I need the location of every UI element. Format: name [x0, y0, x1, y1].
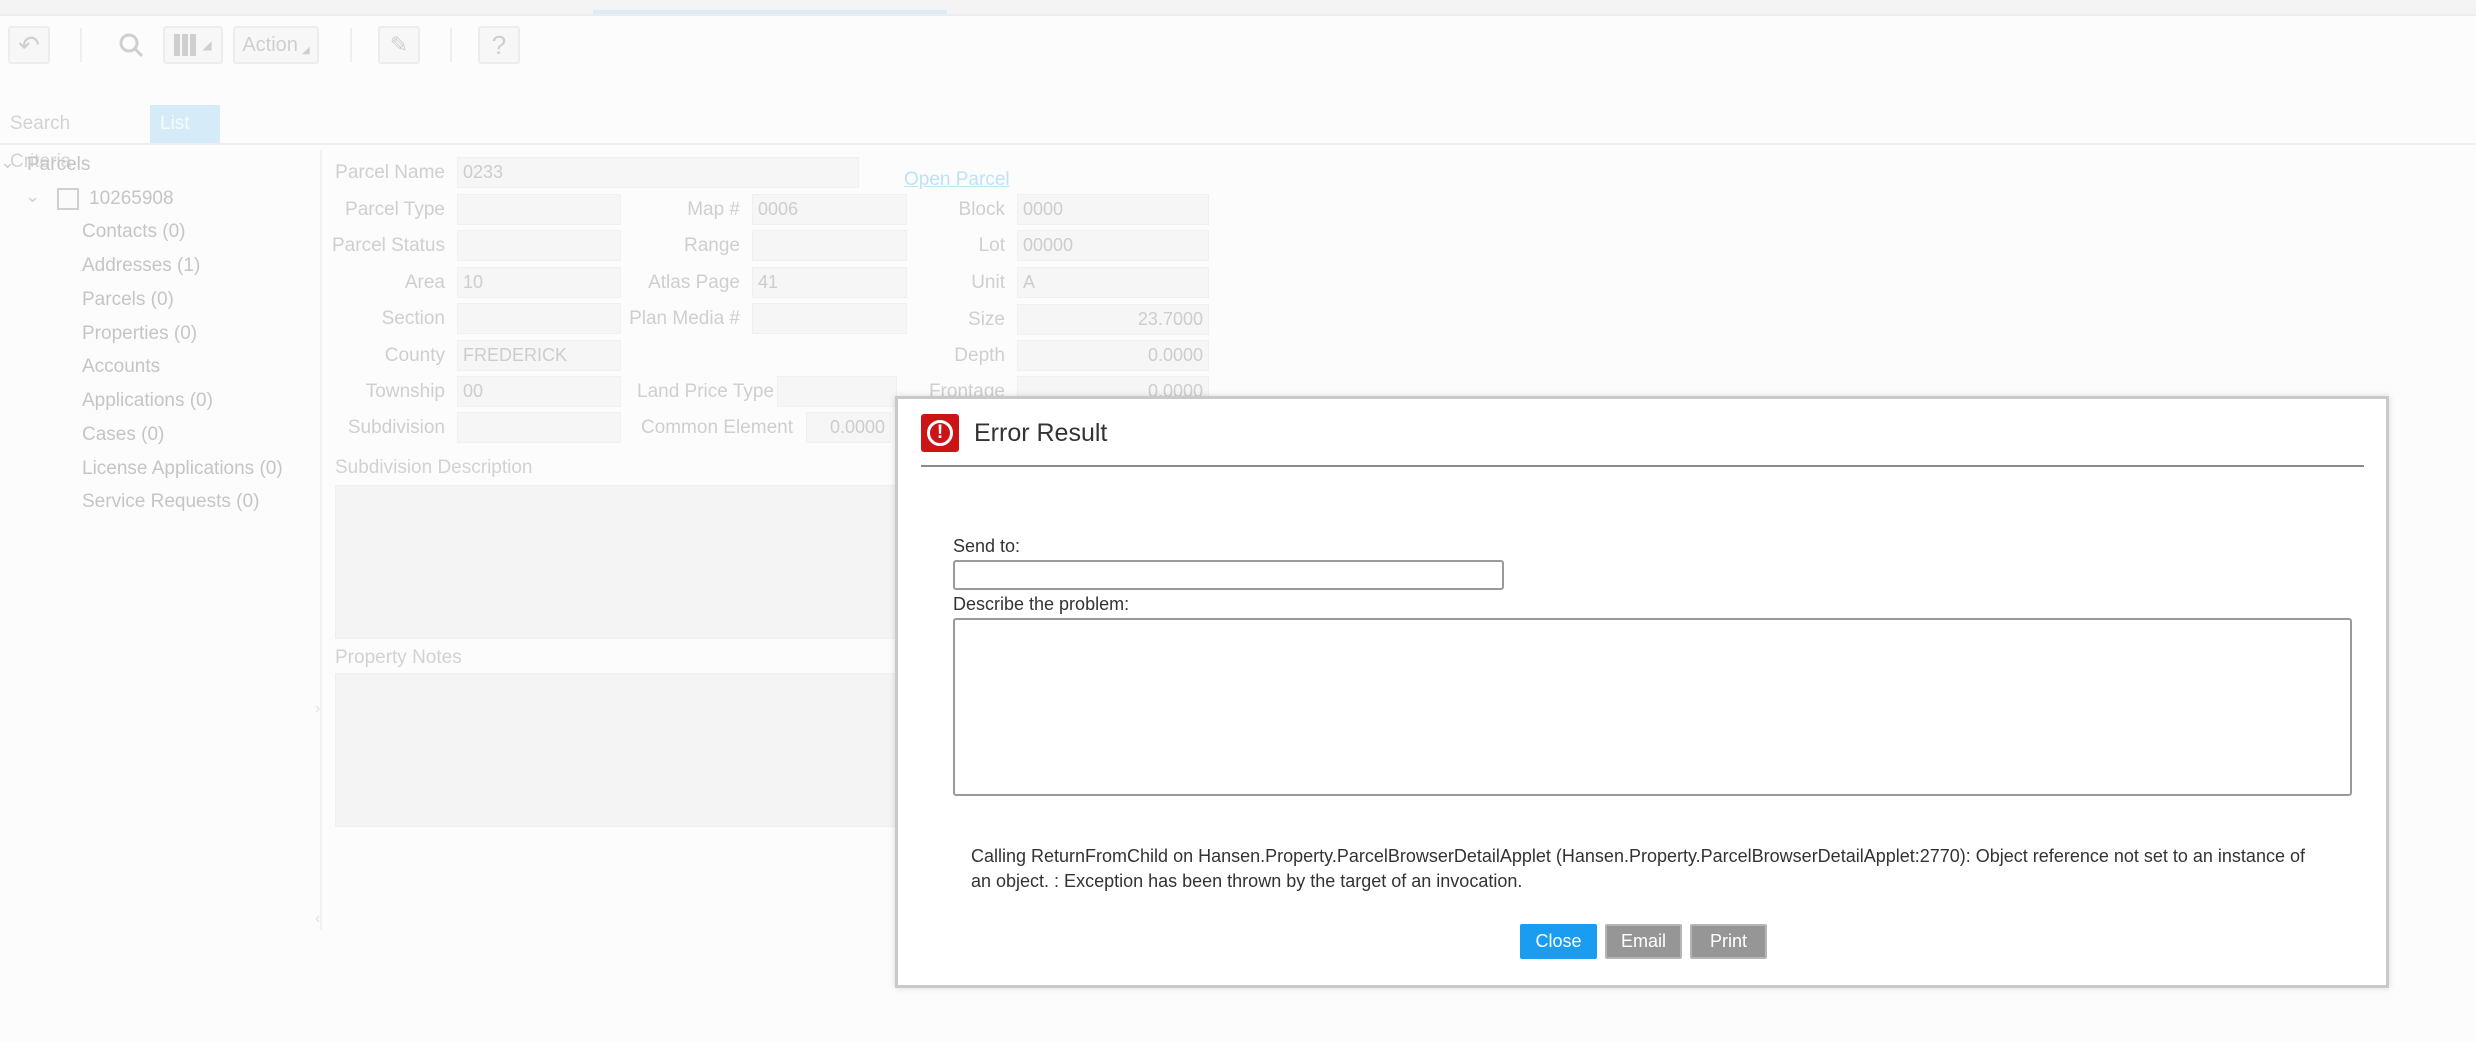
map-button[interactable]: ◢	[163, 26, 223, 64]
subdivision-description-field[interactable]	[335, 485, 897, 639]
edit-button[interactable]: ✎	[378, 26, 420, 64]
land-price-type-label: Land Price Type	[637, 381, 774, 402]
tree-item-service-requests[interactable]: Service Requests (0)	[82, 491, 259, 513]
township-field[interactable]: 00	[457, 376, 621, 407]
size-field[interactable]: 23.7000	[1017, 304, 1209, 335]
depth-label: Depth	[954, 345, 1005, 366]
depth-field[interactable]: 0.0000	[1017, 340, 1209, 371]
eraser-icon: ✎	[389, 32, 409, 57]
action-menu-button[interactable]: Action ◢	[233, 26, 319, 64]
area-field[interactable]: 10	[457, 267, 621, 298]
search-icon	[119, 33, 144, 58]
back-arrow-icon: ↶	[18, 29, 40, 60]
search-button[interactable]	[110, 26, 152, 64]
close-button[interactable]: Close	[1520, 924, 1597, 959]
parcel-status-label: Parcel Status	[332, 235, 445, 256]
chevron-down-icon: ◢	[202, 38, 212, 52]
tree-item-applications[interactable]: Applications (0)	[82, 390, 213, 412]
tree-item-parcels[interactable]: Parcels (0)	[82, 289, 174, 311]
error-dialog: ! Error Result Send to: Describe the pro…	[895, 396, 2389, 988]
tab-search-criteria[interactable]: Search Criteria	[0, 105, 81, 172]
title-divider	[921, 465, 2364, 467]
parcel-status-field[interactable]	[457, 230, 621, 261]
top-tab-strip	[0, 0, 2476, 16]
send-to-input[interactable]	[953, 560, 1504, 590]
subdivision-label: Subdivision	[347, 417, 445, 438]
county-label: County	[384, 345, 445, 366]
parcel-name-label: Parcel Name	[335, 162, 445, 183]
common-element-label: Common Element	[640, 417, 793, 438]
active-tab-indicator	[593, 10, 947, 14]
help-button[interactable]: ?	[478, 26, 520, 64]
common-element-field[interactable]: 0.0000	[806, 412, 891, 443]
help-icon: ?	[491, 29, 507, 60]
chevron-down-icon[interactable]: ⌄	[25, 186, 40, 207]
block-label: Block	[958, 199, 1005, 220]
subdivision-description-label: Subdivision Description	[335, 457, 533, 478]
range-label: Range	[684, 235, 740, 256]
action-label: Action	[242, 33, 298, 56]
error-message: Calling ReturnFromChild on Hansen.Proper…	[971, 846, 2305, 891]
area-label: Area	[404, 272, 445, 293]
tabs-divider	[0, 143, 2476, 145]
toolbar-separator	[450, 28, 452, 62]
land-price-type-field[interactable]	[777, 376, 897, 407]
section-field[interactable]	[457, 303, 621, 334]
chevron-left-icon[interactable]: ‹	[315, 910, 320, 928]
tree-root-parcels[interactable]: Parcels	[27, 154, 90, 176]
township-label: Township	[365, 381, 445, 402]
chevron-right-icon[interactable]: ›	[315, 700, 320, 718]
map-number-field[interactable]: 0006	[752, 194, 907, 225]
map-icon	[174, 34, 199, 56]
dialog-title: Error Result	[974, 419, 1108, 447]
plan-media-label: Plan Media #	[629, 308, 740, 329]
email-button[interactable]: Email	[1605, 924, 1682, 959]
atlas-page-field[interactable]: 41	[752, 267, 907, 298]
map-number-label: Map #	[687, 199, 740, 220]
chevron-down-icon[interactable]: ⌄	[0, 152, 15, 173]
tree-item-addresses[interactable]: Addresses (1)	[82, 255, 200, 277]
block-field[interactable]: 0000	[1017, 194, 1209, 225]
atlas-page-label: Atlas Page	[648, 272, 740, 293]
tree-checkbox[interactable]	[57, 188, 79, 210]
tree-item-accounts[interactable]: Accounts	[82, 356, 160, 378]
unit-label: Unit	[971, 272, 1005, 293]
tree-item-cases[interactable]: Cases (0)	[82, 424, 164, 446]
range-field[interactable]	[752, 230, 907, 261]
print-button[interactable]: Print	[1690, 924, 1767, 959]
lot-field[interactable]: 00000	[1017, 230, 1209, 261]
size-label: Size	[968, 309, 1005, 330]
tree-parcel-id[interactable]: 10265908	[89, 188, 174, 210]
lot-label: Lot	[978, 235, 1005, 256]
toolbar-separator	[350, 28, 352, 62]
toolbar: ↶ ◢ Action ◢ ✎ ?	[0, 18, 2476, 70]
parcel-type-label: Parcel Type	[345, 199, 445, 220]
tree-item-license-applications[interactable]: License Applications (0)	[82, 458, 283, 480]
open-parcel-link[interactable]: Open Parcel	[904, 169, 1010, 191]
plan-media-field[interactable]	[752, 303, 907, 334]
tab-list[interactable]: List	[150, 105, 220, 143]
county-field[interactable]: FREDERICK	[457, 340, 621, 371]
tree-item-properties[interactable]: Properties (0)	[82, 323, 197, 345]
parcel-name-field[interactable]: 0233	[457, 157, 859, 188]
chevron-down-icon: ◢	[301, 44, 310, 56]
section-label: Section	[381, 308, 445, 329]
subdivision-field[interactable]	[457, 412, 621, 443]
toolbar-separator	[80, 28, 82, 62]
describe-problem-textarea[interactable]	[953, 618, 2352, 796]
parcel-type-field[interactable]	[457, 194, 621, 225]
describe-problem-label: Describe the problem:	[953, 594, 1130, 614]
property-notes-label: Property Notes	[335, 647, 462, 668]
tree-item-contacts[interactable]: Contacts (0)	[82, 221, 185, 243]
pane-splitter[interactable]	[320, 150, 322, 930]
send-to-label: Send to:	[953, 536, 1021, 556]
error-icon: !	[921, 414, 959, 452]
back-button[interactable]: ↶	[8, 26, 50, 64]
unit-field[interactable]: A	[1017, 267, 1209, 298]
property-notes-field[interactable]	[335, 673, 897, 827]
